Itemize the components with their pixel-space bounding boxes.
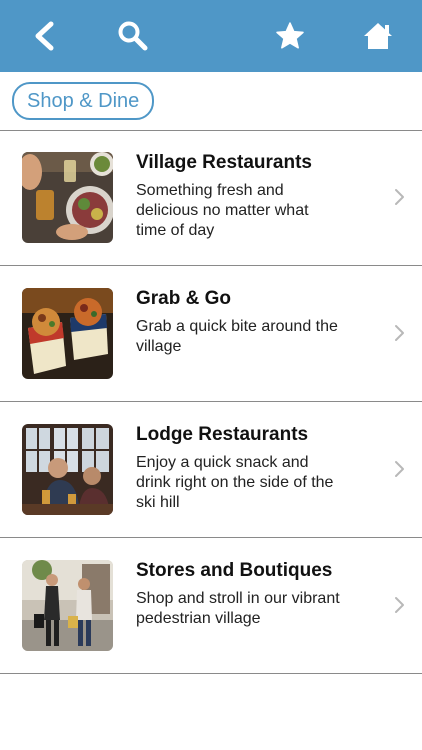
list-item-lodge-restaurants[interactable]: Lodge Restaurants Enjoy a quick snack an… (0, 402, 422, 538)
star-icon (276, 22, 304, 49)
search-button[interactable] (111, 14, 155, 58)
top-navigation-bar (0, 0, 422, 72)
favorites-button[interactable] (268, 14, 312, 58)
list-item-stores-and-boutiques[interactable]: Stores and Boutiques Shop and stroll in … (0, 538, 422, 674)
chevron-right-icon (395, 325, 404, 341)
list-item-village-restaurants[interactable]: Village Restaurants Something fresh and … (0, 130, 422, 266)
item-description: Something fresh and delicious no matter … (136, 182, 309, 239)
takeout-food-photo (22, 288, 113, 379)
item-title: Village Restaurants (136, 152, 313, 173)
back-icon (35, 21, 54, 51)
chevron-right-icon (395, 597, 404, 613)
item-title: Grab & Go (136, 288, 232, 309)
item-title: Lodge Restaurants (136, 424, 309, 445)
list-item-grab-and-go[interactable]: Grab & Go Grab a quick bite around the v… (0, 266, 422, 402)
home-button[interactable] (356, 14, 400, 58)
lodge-diners-photo (22, 424, 113, 515)
shoppers-photo (22, 560, 113, 651)
restaurant-food-photo (22, 152, 113, 243)
item-description: Grab a quick bite around the village (136, 318, 338, 355)
item-title: Stores and Boutiques (136, 560, 333, 581)
item-description: Shop and stroll in our vibrant pedestria… (136, 590, 340, 627)
search-icon (118, 21, 148, 51)
back-button[interactable] (22, 14, 66, 58)
category-list: Village Restaurants Something fresh and … (0, 130, 422, 674)
shop-dine-chip[interactable]: Shop & Dine (12, 82, 155, 120)
item-description: Enjoy a quick snack and drink right on t… (136, 454, 334, 511)
home-icon (364, 23, 392, 49)
chevron-right-icon (395, 461, 404, 477)
filter-bar: Shop & Dine (0, 72, 422, 131)
chevron-right-icon (395, 189, 404, 205)
